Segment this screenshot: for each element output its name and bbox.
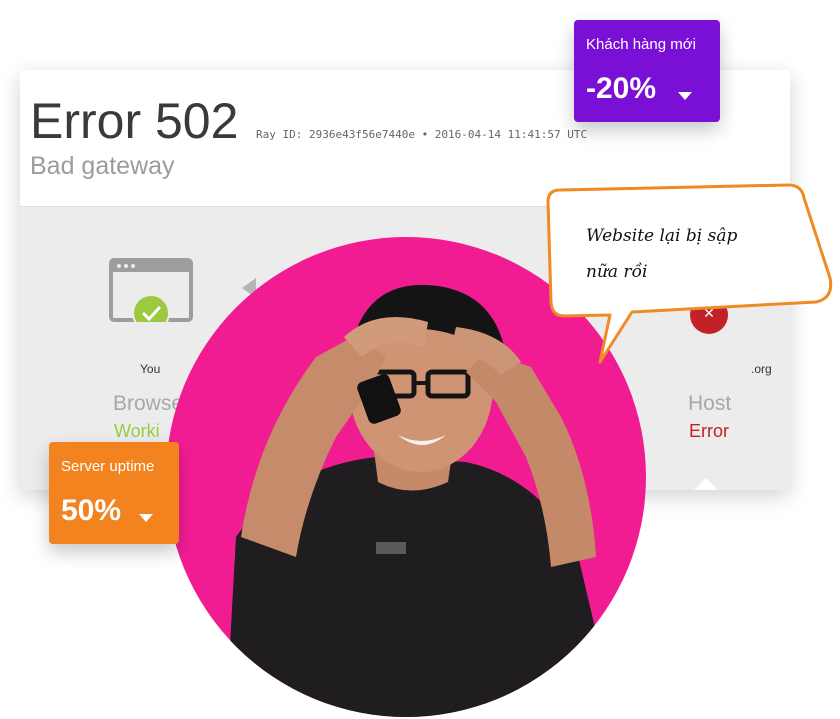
host-node-role: Host bbox=[688, 392, 732, 415]
new-customers-kpi-card: Khách hàng mới -20% bbox=[574, 20, 720, 122]
speech-bubble-text: Website lại bị sập nữa rồi bbox=[586, 218, 806, 290]
kpi-label: Khách hàng mới bbox=[586, 36, 696, 53]
caret-down-icon bbox=[678, 92, 692, 100]
browser-node-role: Browse bbox=[113, 392, 184, 415]
error-title: Error 502 bbox=[30, 93, 239, 149]
browser-node-status: Worki bbox=[114, 421, 160, 441]
kpi-value: -20% bbox=[586, 72, 657, 105]
server-uptime-kpi-card: Server uptime 50% bbox=[49, 442, 179, 544]
kpi-label: Server uptime bbox=[61, 458, 155, 475]
ray-id: Ray ID: 2936e43f56e7440e • 2016-04-14 11… bbox=[256, 128, 588, 141]
card-notch bbox=[694, 478, 718, 490]
browser-node-name: You bbox=[140, 362, 161, 376]
host-node-status: Error bbox=[689, 421, 729, 441]
speech-line-2: nữa rồi bbox=[586, 262, 648, 282]
caret-down-icon bbox=[139, 514, 153, 522]
error-subtitle: Bad gateway bbox=[30, 152, 175, 180]
speech-line-1: Website lại bị sập bbox=[586, 226, 738, 246]
browser-window-icon bbox=[109, 258, 193, 322]
kpi-value: 50% bbox=[61, 494, 122, 527]
